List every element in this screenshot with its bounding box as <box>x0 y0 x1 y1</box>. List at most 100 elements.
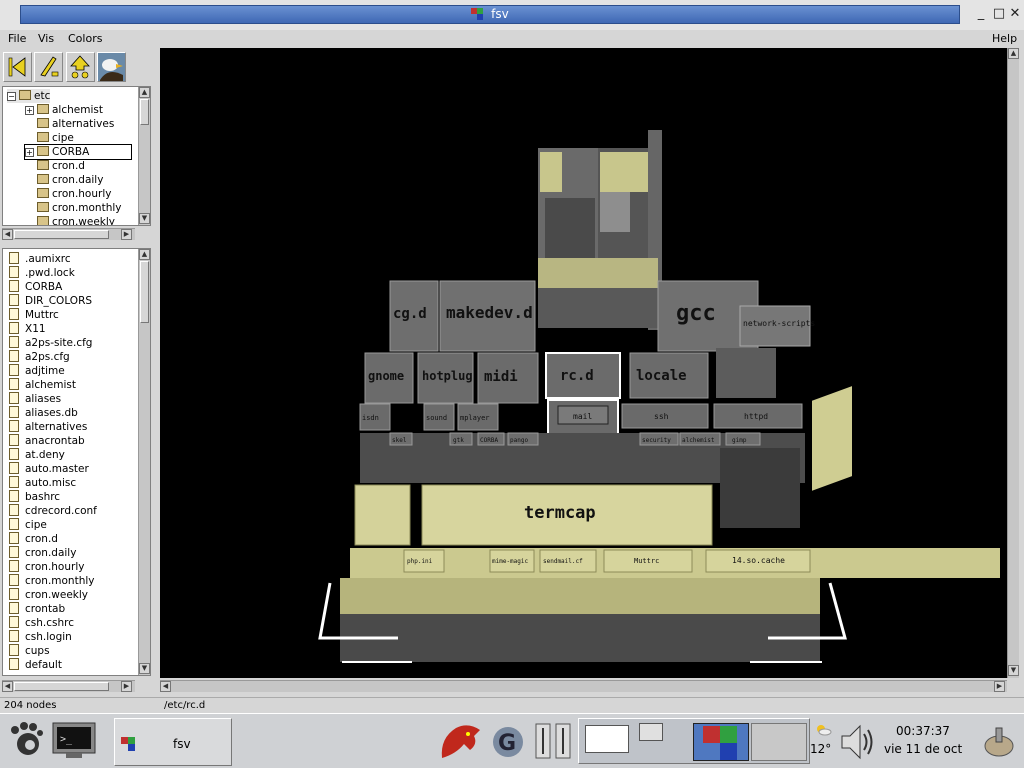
dir-label-corba: CORBA <box>480 437 498 444</box>
workspace-pager[interactable] <box>578 718 810 764</box>
treev-scene[interactable]: cg.d makedev.d gcc network-scripts gnome… <box>160 48 1007 678</box>
file-icon <box>9 322 19 334</box>
menu-vis[interactable]: Vis <box>38 32 54 45</box>
tree-scroll-thumb[interactable] <box>140 99 149 125</box>
directory-tree[interactable]: − etc + alchemist alternatives cipe + CORBA cron… <box>2 86 151 226</box>
list-item[interactable]: aliases.db <box>9 406 78 420</box>
tree-item[interactable]: cipe <box>25 131 74 145</box>
list-item[interactable]: DIR_COLORS <box>9 294 92 308</box>
title-bar[interactable]: fsv _ □ ✕ <box>0 0 1024 30</box>
pager-workspace-4[interactable] <box>751 723 807 761</box>
pager-workspace-active[interactable] <box>693 723 749 761</box>
file-icon <box>9 378 19 390</box>
maximize-icon[interactable]: □ <box>992 7 1006 21</box>
tree-item[interactable]: + CORBA <box>24 144 132 160</box>
volume-icon[interactable] <box>838 722 876 765</box>
list-item[interactable]: anacrontab <box>9 434 85 448</box>
scroll-right-icon[interactable]: ▶ <box>121 681 132 692</box>
list-item[interactable]: cron.daily <box>9 546 76 560</box>
viewer-vertical-scrollbar[interactable]: ▲ ▼ <box>1007 48 1019 678</box>
menu-colors[interactable]: Colors <box>68 32 102 45</box>
list-item[interactable]: csh.login <box>9 630 72 644</box>
tree-item[interactable]: alternatives <box>25 117 114 131</box>
list-item[interactable]: alternatives <box>9 420 87 434</box>
list-item[interactable]: cron.d <box>9 532 58 546</box>
scroll-left-icon[interactable]: ◀ <box>2 681 13 692</box>
tree-item[interactable]: + alchemist <box>25 103 103 117</box>
tree-item[interactable]: cron.weekly <box>25 215 115 225</box>
list-item[interactable]: CORBA <box>9 280 62 294</box>
tree-hscroll-thumb[interactable] <box>14 230 109 239</box>
list-item[interactable]: cipe <box>9 518 47 532</box>
tree-expander-icon[interactable]: − <box>7 92 16 101</box>
file-list-hscroll-thumb[interactable] <box>14 682 109 691</box>
list-item[interactable]: at.deny <box>9 448 65 462</box>
list-item[interactable]: Muttrc <box>9 308 59 322</box>
tree-item[interactable]: cron.d <box>25 159 85 173</box>
list-item[interactable]: a2ps-site.cfg <box>9 336 92 350</box>
list-item[interactable]: alchemist <box>9 378 76 392</box>
list-item[interactable]: default <box>9 658 62 672</box>
gnome-foot-menu-icon[interactable] <box>6 720 46 763</box>
tree-expander-icon[interactable]: + <box>25 148 34 157</box>
list-item[interactable]: cdrecord.conf <box>9 504 97 518</box>
title-bar-active[interactable]: fsv <box>20 5 960 24</box>
logout-icon[interactable] <box>982 726 1016 761</box>
tree-horizontal-scrollbar[interactable]: ◀ ▶ <box>2 228 135 240</box>
terminal-launcher-icon[interactable]: >_ <box>52 722 96 763</box>
scroll-up-icon[interactable]: ▲ <box>139 249 150 260</box>
galeon-launcher-icon[interactable]: G <box>488 720 528 765</box>
list-item[interactable]: auto.master <box>9 462 89 476</box>
file-list-horizontal-scrollbar[interactable]: ◀ ▶ <box>2 680 135 692</box>
pager-workspace-2[interactable] <box>639 723 663 741</box>
file-list-scroll-thumb[interactable] <box>140 261 149 323</box>
scroll-down-icon[interactable]: ▼ <box>139 213 150 224</box>
list-item[interactable]: cron.weekly <box>9 588 88 602</box>
tree-item[interactable]: cron.monthly <box>25 201 122 215</box>
list-item[interactable]: auto.misc <box>9 476 76 490</box>
scroll-right-icon[interactable]: ▶ <box>121 229 132 240</box>
tree-vertical-scrollbar[interactable]: ▲ ▼ <box>138 87 150 225</box>
list-item[interactable]: a2ps.cfg <box>9 350 70 364</box>
mozilla-launcher-icon[interactable] <box>438 720 484 765</box>
scroll-right-icon[interactable]: ▶ <box>994 681 1005 692</box>
minimize-icon[interactable]: _ <box>974 7 988 21</box>
go-back-button[interactable] <box>34 52 63 82</box>
tree-item[interactable]: cron.hourly <box>25 187 111 201</box>
taskbar-task-fsv[interactable]: fsv <box>114 718 232 766</box>
workspace-applet-icon[interactable] <box>534 720 574 765</box>
tree-expander-icon[interactable]: + <box>25 106 34 115</box>
list-item[interactable]: bashrc <box>9 490 60 504</box>
scroll-down-icon[interactable]: ▼ <box>1008 665 1019 676</box>
list-item[interactable]: .pwd.lock <box>9 266 75 280</box>
scroll-left-icon[interactable]: ◀ <box>160 681 171 692</box>
list-item[interactable]: X11 <box>9 322 46 336</box>
list-item[interactable]: cron.monthly <box>9 574 95 588</box>
file-name: a2ps.cfg <box>25 351 70 363</box>
scroll-left-icon[interactable]: ◀ <box>2 229 13 240</box>
file-list[interactable]: .aumixrc .pwd.lock CORBA DIR_COLORS Muttrc X1… <box>2 248 151 676</box>
menu-file[interactable]: File <box>8 32 26 45</box>
back-to-root-button[interactable] <box>3 52 32 82</box>
list-item[interactable]: adjtime <box>9 364 65 378</box>
list-item[interactable]: .aumixrc <box>9 252 71 266</box>
dir-label-gnome: gnome <box>368 369 404 383</box>
filesystem-3d-viewport[interactable]: cg.d makedev.d gcc network-scripts gnome… <box>160 48 1007 678</box>
menu-help[interactable]: Help <box>992 32 1017 45</box>
birdseye-view-button[interactable] <box>97 52 126 82</box>
file-list-vertical-scrollbar[interactable]: ▲ ▼ <box>138 249 150 675</box>
close-icon[interactable]: ✕ <box>1008 7 1022 21</box>
go-up-button[interactable] <box>66 52 95 82</box>
scroll-up-icon[interactable]: ▲ <box>139 87 150 98</box>
list-item[interactable]: aliases <box>9 392 61 406</box>
scroll-up-icon[interactable]: ▲ <box>1008 48 1019 59</box>
tree-item[interactable]: cron.daily <box>25 173 103 187</box>
list-item[interactable]: crontab <box>9 602 65 616</box>
tree-item[interactable]: − etc <box>7 89 51 103</box>
list-item[interactable]: csh.cshrc <box>9 616 74 630</box>
viewer-horizontal-scrollbar[interactable]: ◀ ▶ <box>160 680 1007 692</box>
pager-workspace-1[interactable] <box>585 725 629 753</box>
scroll-down-icon[interactable]: ▼ <box>139 663 150 674</box>
list-item[interactable]: cups <box>9 644 50 658</box>
list-item[interactable]: cron.hourly <box>9 560 84 574</box>
